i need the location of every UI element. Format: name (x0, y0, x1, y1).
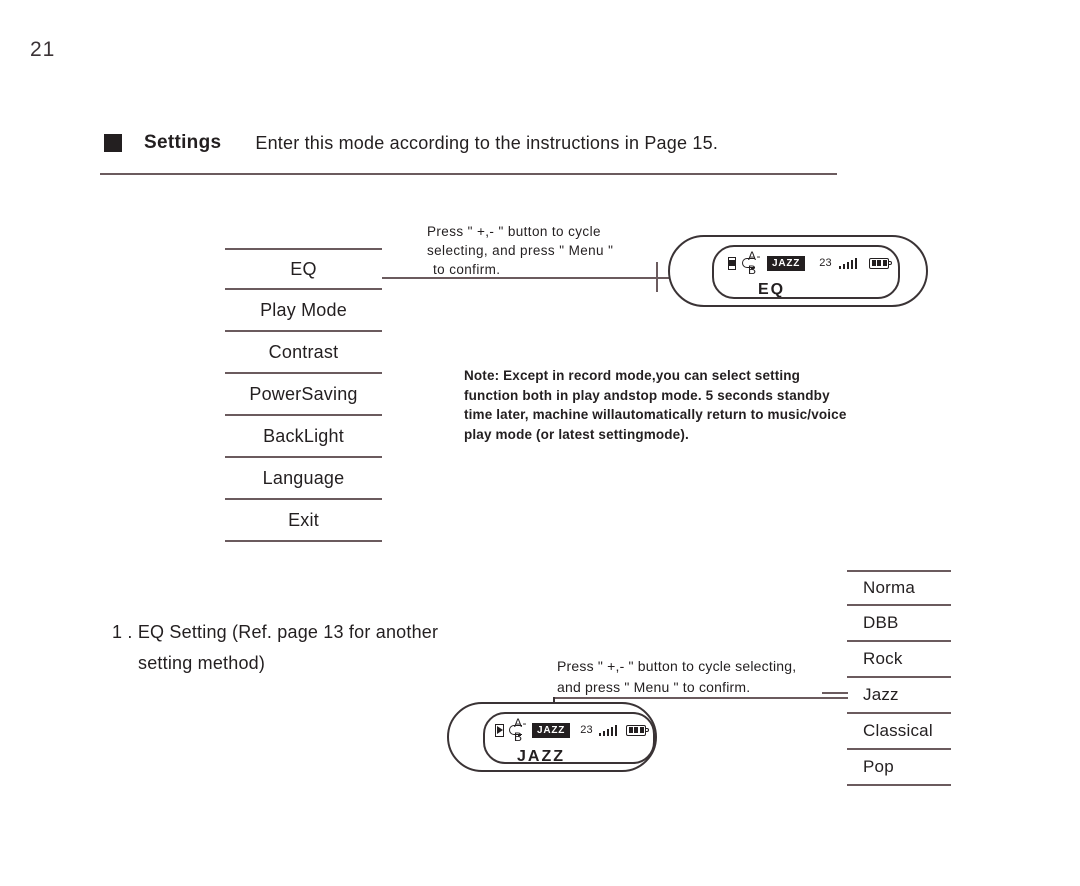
instruction-line: Press " +,- " button to cycle selecting, (557, 658, 797, 674)
settings-menu-list: EQ Play Mode Contrast PowerSaving BackLi… (225, 248, 382, 542)
device-illustration-top: A- B JAZZ 23 EQ (668, 235, 928, 307)
menu-item-language[interactable]: Language (225, 458, 382, 500)
eq-option-label: Rock (863, 649, 903, 668)
signal-bars-icon (598, 724, 618, 736)
play-icon (495, 723, 504, 737)
caption-line: 1 . EQ Setting (Ref. page 13 for another (112, 622, 439, 642)
instruction-line: and press " Menu " to confirm. (557, 679, 751, 695)
eq-setting-caption: 1 . EQ Setting (Ref. page 13 for another… (112, 617, 472, 679)
menu-item-label: PowerSaving (249, 383, 358, 404)
device-screen-bottom: A- B JAZZ 23 JAZZ (483, 712, 655, 764)
eq-option-pop[interactable]: Pop (847, 750, 951, 786)
filled-square-icon (104, 134, 122, 152)
eq-option-norma[interactable]: Norma (847, 570, 951, 606)
instruction-callout-bottom: Press " +,- " button to cycle selecting,… (557, 656, 847, 698)
note-line: time later, machine willautomatically re… (464, 407, 847, 422)
battery-icon (626, 724, 650, 736)
track-number: 23 (580, 724, 593, 736)
menu-item-exit[interactable]: Exit (225, 500, 382, 542)
menu-item-eq[interactable]: EQ (225, 248, 382, 290)
connector-tick-top (656, 262, 658, 292)
eq-option-jazz[interactable]: Jazz (847, 678, 951, 714)
header-divider (100, 173, 837, 175)
note-block: Note: Except in record mode,you can sele… (464, 366, 894, 444)
eq-mode-badge: JAZZ (532, 722, 571, 738)
caption-line: setting method) (138, 653, 266, 673)
menu-item-backlight[interactable]: BackLight (225, 416, 382, 458)
eq-option-label: Pop (863, 757, 894, 776)
device-screen-text-top: EQ (758, 281, 786, 298)
section-title: Settings (144, 132, 222, 153)
menu-item-play-mode[interactable]: Play Mode (225, 290, 382, 332)
battery-icon (869, 257, 893, 269)
page-number: 21 (30, 38, 56, 61)
device-status-bar-top: A- B JAZZ 23 (714, 247, 898, 277)
connector-tick-right (822, 692, 848, 694)
menu-item-label: Play Mode (260, 299, 347, 320)
menu-item-label: BackLight (263, 425, 344, 446)
menu-item-power-saving[interactable]: PowerSaving (225, 374, 382, 416)
connector-line-top (382, 277, 680, 279)
instruction-line: selecting, and press " Menu " (427, 243, 614, 258)
eq-mode-badge: JAZZ (767, 255, 806, 271)
eq-option-label: Classical (863, 721, 933, 740)
device-illustration-bottom: A- B JAZZ 23 JAZZ (447, 702, 657, 772)
device-status-bar-bottom: A- B JAZZ 23 (485, 714, 653, 744)
menu-item-label: Contrast (268, 341, 339, 362)
track-number: 23 (819, 257, 832, 269)
eq-option-dbb[interactable]: DBB (847, 606, 951, 642)
menu-item-contrast[interactable]: Contrast (225, 332, 382, 374)
eq-option-label: DBB (863, 613, 899, 632)
note-line: function both in play andstop mode. 5 se… (464, 387, 830, 403)
note-line: Note: Except in record mode,you can sele… (464, 368, 801, 383)
menu-item-label: Exit (288, 509, 319, 530)
eq-option-rock[interactable]: Rock (847, 642, 951, 678)
eq-option-classical[interactable]: Classical (847, 714, 951, 750)
settings-header: Settings Enter this mode according to th… (104, 132, 718, 154)
eq-option-label: Norma (863, 578, 916, 597)
menu-item-label: Language (262, 467, 345, 488)
device-screen-top: A- B JAZZ 23 EQ (712, 245, 900, 299)
connector-line-bottom (553, 697, 848, 699)
eq-options-list: Norma DBB Rock Jazz Classical Pop (847, 570, 951, 786)
note-line: play mode (or latest settingmode). (464, 426, 689, 442)
instruction-line: Press " +,- " button to cycle (427, 224, 601, 239)
menu-item-label: EQ (290, 258, 317, 279)
instruction-callout-top: Press " +,- " button to cycle selecting,… (427, 222, 647, 279)
stop-icon (728, 256, 736, 270)
section-description: Enter this mode according to the instruc… (255, 132, 719, 153)
eq-option-label: Jazz (863, 685, 899, 704)
device-screen-text-bottom: JAZZ (517, 748, 565, 764)
signal-bars-icon (838, 257, 858, 269)
